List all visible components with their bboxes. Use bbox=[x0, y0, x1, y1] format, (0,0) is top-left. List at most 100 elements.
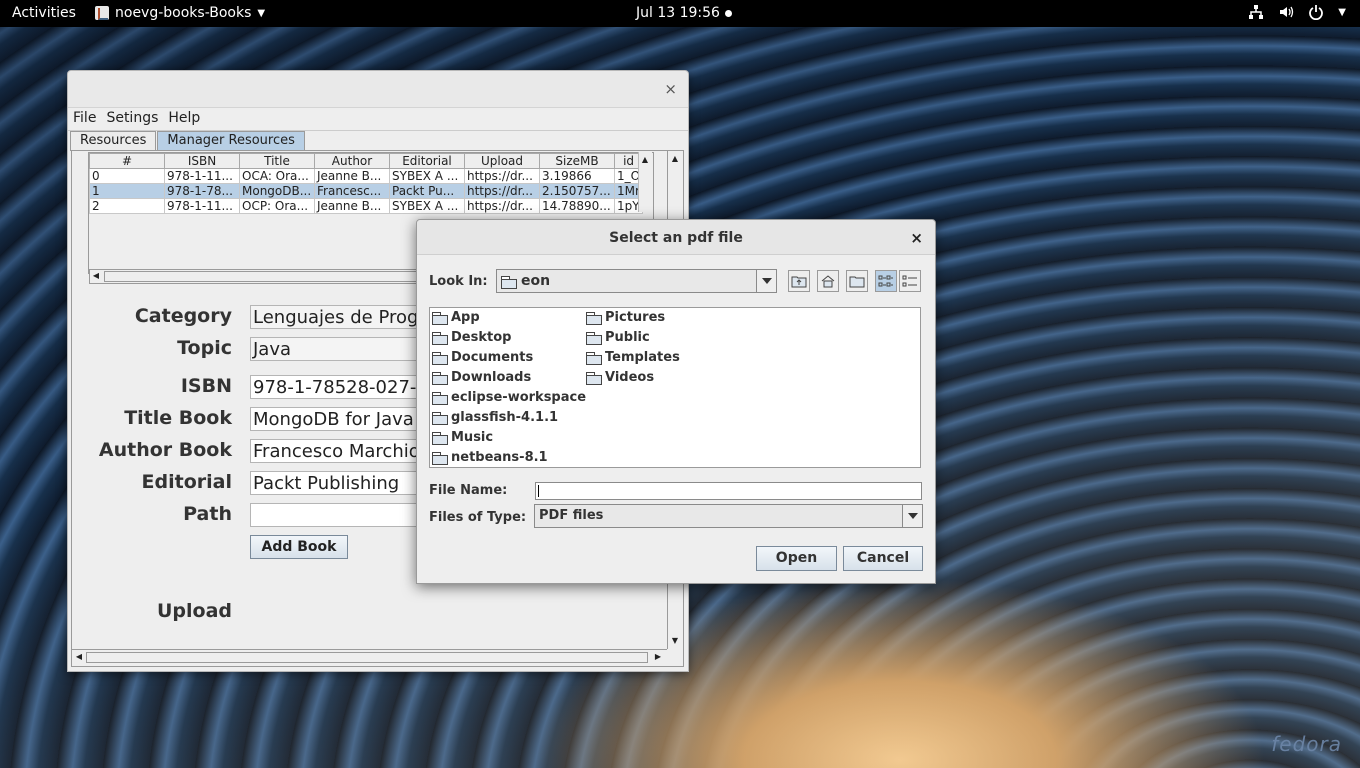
folder-icon bbox=[432, 352, 448, 365]
category-field[interactable]: Lenguajes de Prog bbox=[250, 305, 420, 329]
panel-horizontal-scrollbar[interactable]: ◀ ▶ bbox=[72, 649, 667, 664]
table-row[interactable]: 2 978-1-11... OCP: Ora... Jeanne B... SY… bbox=[89, 198, 644, 214]
list-view-button[interactable] bbox=[875, 270, 897, 292]
table-cell: 1 bbox=[89, 183, 165, 199]
menu-help[interactable]: Help bbox=[163, 108, 205, 130]
isbn-field[interactable]: 978-1-78528-027-6 bbox=[250, 375, 420, 399]
details-view-icon bbox=[902, 275, 917, 287]
power-icon bbox=[1308, 4, 1324, 20]
menu-bar: File Setings Help bbox=[68, 108, 688, 131]
table-cell: https://dr... bbox=[464, 198, 540, 214]
list-item[interactable]: Downloads bbox=[432, 370, 531, 385]
column-header[interactable]: Editorial bbox=[389, 153, 465, 169]
file-list[interactable]: App Desktop Documents Downloads eclipse-… bbox=[429, 307, 921, 468]
list-item[interactable]: glassfish-4.1.1 bbox=[432, 410, 558, 425]
table-cell: 2 bbox=[89, 198, 165, 214]
list-item[interactable]: App bbox=[432, 310, 480, 325]
new-folder-icon bbox=[849, 276, 865, 288]
path-field[interactable] bbox=[250, 503, 420, 527]
close-icon[interactable]: × bbox=[664, 80, 677, 98]
table-cell: MongoDB... bbox=[239, 183, 315, 199]
file-name: Downloads bbox=[451, 370, 532, 385]
folder-icon bbox=[586, 352, 602, 365]
add-book-button[interactable]: Add Book bbox=[250, 535, 348, 559]
scroll-up-icon[interactable]: ▲ bbox=[669, 153, 681, 165]
chevron-down-icon[interactable] bbox=[756, 270, 776, 292]
list-item[interactable]: Pictures bbox=[586, 310, 665, 325]
list-item[interactable]: eclipse-workspace bbox=[432, 390, 586, 405]
file-name-input[interactable] bbox=[535, 482, 922, 500]
file-name-label: File Name: bbox=[429, 483, 508, 498]
scroll-left-icon[interactable]: ◀ bbox=[73, 651, 85, 663]
column-header[interactable]: Title bbox=[239, 153, 315, 169]
topic-label: Topic bbox=[177, 337, 232, 359]
file-name: glassfish-4.1.1 bbox=[451, 410, 559, 425]
scrollbar-thumb[interactable] bbox=[86, 652, 648, 663]
look-in-combo[interactable]: eon bbox=[496, 269, 777, 293]
table-vertical-scrollbar[interactable]: ▲ bbox=[638, 152, 652, 212]
file-name: Music bbox=[451, 430, 494, 445]
folder-icon bbox=[586, 332, 602, 345]
folder-icon bbox=[586, 312, 602, 325]
files-of-type-label: Files of Type: bbox=[429, 510, 527, 525]
list-item[interactable]: Public bbox=[586, 330, 650, 345]
upload-label: Upload bbox=[156, 600, 232, 622]
window-titlebar[interactable]: × bbox=[68, 71, 688, 108]
scroll-up-icon[interactable]: ▲ bbox=[639, 154, 651, 166]
category-label: Category bbox=[134, 305, 232, 327]
menu-setings[interactable]: Setings bbox=[101, 108, 163, 130]
table-cell: 2.150757... bbox=[539, 183, 615, 199]
clock-label: Jul 13 19:56 bbox=[636, 5, 720, 21]
activities-button[interactable]: Activities bbox=[12, 5, 76, 21]
scroll-down-icon[interactable]: ▼ bbox=[669, 635, 681, 647]
author-book-field[interactable]: Francesco Marchio bbox=[250, 439, 420, 463]
chevron-down-icon: ▼ bbox=[1338, 6, 1346, 18]
column-header[interactable]: Author bbox=[314, 153, 390, 169]
list-item[interactable]: Videos bbox=[586, 370, 654, 385]
column-header[interactable]: SizeMB bbox=[539, 153, 615, 169]
title-book-field[interactable]: MongoDB for Java bbox=[250, 407, 420, 431]
home-button[interactable] bbox=[817, 270, 839, 292]
menu-file[interactable]: File bbox=[68, 108, 101, 130]
tab-resources[interactable]: Resources bbox=[70, 131, 157, 151]
look-in-label: Look In: bbox=[429, 274, 488, 289]
folder-icon bbox=[432, 332, 448, 345]
clock[interactable]: Jul 13 19:56 bbox=[636, 5, 732, 21]
list-item[interactable]: netbeans-8.1 bbox=[432, 450, 548, 465]
file-name: Desktop bbox=[451, 330, 512, 345]
column-header[interactable]: ISBN bbox=[164, 153, 240, 169]
table-cell: SYBEX A ... bbox=[389, 198, 465, 214]
table-row-selected[interactable]: 1 978-1-78... MongoDB... Francesc... Pac… bbox=[89, 183, 644, 199]
column-header[interactable]: Upload bbox=[464, 153, 540, 169]
scroll-left-icon[interactable]: ◀ bbox=[90, 270, 102, 282]
new-folder-button[interactable] bbox=[846, 270, 868, 292]
dialog-titlebar[interactable]: Select an pdf file × bbox=[417, 220, 935, 255]
file-name: Public bbox=[605, 330, 650, 345]
topic-field[interactable]: Java bbox=[250, 337, 420, 361]
details-view-button[interactable] bbox=[899, 270, 921, 292]
table-header-row: # ISBN Title Author Editorial Upload Siz… bbox=[89, 153, 644, 169]
list-item[interactable]: Desktop bbox=[432, 330, 511, 345]
column-header[interactable]: # bbox=[89, 153, 165, 169]
system-tray[interactable]: ▼ bbox=[1248, 4, 1346, 20]
open-button[interactable]: Open bbox=[756, 546, 837, 571]
app-menu[interactable]: noevg-books-Books ▼ bbox=[95, 5, 265, 21]
chevron-down-icon[interactable] bbox=[902, 505, 922, 527]
table-cell: 0 bbox=[89, 168, 165, 184]
file-name: Pictures bbox=[605, 310, 666, 325]
files-of-type-combo[interactable]: PDF files bbox=[534, 504, 923, 528]
table-row[interactable]: 0 978-1-11... OCA: Ora... Jeanne B... SY… bbox=[89, 168, 644, 184]
editorial-field[interactable]: Packt Publishing bbox=[250, 471, 420, 495]
cancel-button[interactable]: Cancel bbox=[843, 546, 923, 571]
tab-manager-resources[interactable]: Manager Resources bbox=[157, 131, 305, 151]
up-folder-button[interactable] bbox=[788, 270, 810, 292]
folder-icon bbox=[432, 432, 448, 445]
list-item[interactable]: Templates bbox=[586, 350, 680, 365]
list-item[interactable]: Documents bbox=[432, 350, 533, 365]
isbn-label: ISBN bbox=[180, 375, 232, 397]
file-name: eclipse-workspace bbox=[451, 390, 587, 405]
editorial-label: Editorial bbox=[141, 471, 232, 493]
close-icon[interactable]: × bbox=[910, 220, 923, 256]
list-item[interactable]: Music bbox=[432, 430, 493, 445]
scroll-right-icon[interactable]: ▶ bbox=[652, 651, 664, 663]
